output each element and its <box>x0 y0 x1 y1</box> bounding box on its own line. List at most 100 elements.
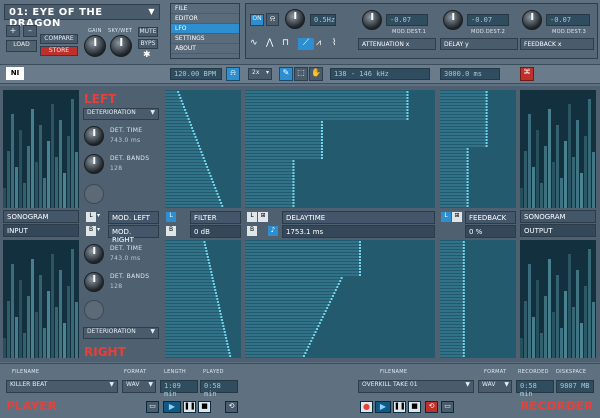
filter-graph-bottom[interactable] <box>165 240 241 358</box>
sonogram-streak <box>59 120 62 208</box>
select-tool-icon[interactable]: ⬚ <box>294 67 308 81</box>
player-folder-icon[interactable]: ▭ <box>146 401 159 413</box>
sine-wave-icon[interactable]: ∿ <box>250 38 258 48</box>
recorder-format-select[interactable]: WAV ▼ <box>478 380 512 393</box>
recorder-stop-button[interactable]: ■ <box>408 401 421 413</box>
store-button[interactable]: STORE <box>40 46 78 56</box>
recorder-loop-icon[interactable]: ⟲ <box>425 401 438 413</box>
custom-wave-icon[interactable]: ⌇ <box>332 38 336 48</box>
recorder-pause-button[interactable]: ❚❚ <box>393 401 406 413</box>
mix-knob[interactable] <box>110 35 132 57</box>
band-point <box>178 94 181 96</box>
band-point <box>202 157 205 159</box>
triangle-wave-icon[interactable]: ⋀ <box>266 38 273 48</box>
delay-graph-top[interactable] <box>245 90 435 208</box>
player-loop-icon[interactable]: ⟲ <box>225 401 238 413</box>
link-mode-right[interactable]: ▾ <box>97 226 105 236</box>
gain-knob[interactable] <box>84 35 106 57</box>
saw-wave-icon[interactable]: ⟋ <box>298 38 314 50</box>
attenuation-knob[interactable] <box>362 10 382 30</box>
lfo-rate-knob[interactable] <box>285 9 305 29</box>
output-label: OUTPUT <box>520 224 596 237</box>
bell-icon[interactable]: ⍾ <box>266 13 279 26</box>
filter-link-b[interactable]: B <box>166 226 176 236</box>
feedback-mod-knob[interactable] <box>522 10 542 30</box>
det-bands-knob-left[interactable] <box>84 154 104 174</box>
det-time-knob-left[interactable] <box>84 126 104 146</box>
feedback-graph-bottom[interactable] <box>440 240 516 358</box>
player-title: PLAYER <box>6 399 57 413</box>
det-time-knob-right[interactable] <box>84 244 104 264</box>
player-stop-button[interactable]: ■ <box>198 401 211 413</box>
mute-button[interactable]: MUTE <box>138 27 158 37</box>
random-wave-icon[interactable]: ⩘ <box>316 38 321 48</box>
record-settings-icon[interactable]: ⌘ <box>520 67 534 81</box>
recorder-folder-icon[interactable]: ▭ <box>441 401 454 413</box>
player-file-select[interactable]: KILLER BEAT ▼ <box>6 380 118 393</box>
link-toggle-left[interactable]: L <box>86 212 96 222</box>
link-mode-left[interactable]: ▾ <box>97 212 105 222</box>
square-wave-icon[interactable]: ⊓ <box>282 38 289 48</box>
snowflake-icon[interactable]: ✱ <box>143 50 151 60</box>
menu-item-about[interactable]: ABOUT <box>171 44 239 54</box>
player-pause-button[interactable]: ❚❚ <box>183 401 196 413</box>
band-point <box>226 343 229 345</box>
deterioration-select-left[interactable]: DETERIORATION ▼ <box>83 108 159 120</box>
delay-link-b[interactable]: B <box>247 226 257 236</box>
band-point <box>200 151 203 153</box>
delay-graph-bottom[interactable] <box>245 240 435 358</box>
feedback-axis: x <box>557 41 562 48</box>
preset-name-field[interactable]: 01: EYE OF THE DRAGON ▼ <box>4 4 160 29</box>
filter-link-l[interactable]: L <box>166 212 176 222</box>
feedback-grid-icon[interactable]: ⊞ <box>452 212 462 222</box>
zoom-select[interactable]: 2x ▾ <box>248 68 272 80</box>
sonogram-label-right: SONOGRAM <box>520 210 596 223</box>
bypass-button[interactable]: BYPS <box>138 39 158 49</box>
frequency-range-display: 138 - 146 kHz <box>330 68 430 80</box>
compare-button[interactable]: COMPARE <box>40 34 78 44</box>
menu-item-editor[interactable]: EDITOR <box>171 14 239 24</box>
sonogram-streak <box>572 307 575 358</box>
delay-note-icon[interactable]: ♪ <box>268 226 278 236</box>
delay-grid-icon[interactable]: ⊞ <box>258 212 268 222</box>
player-play-button[interactable]: ▶ <box>163 401 181 413</box>
lfo-on-button[interactable]: ON <box>250 14 264 26</box>
sync-icon[interactable]: ⍾ <box>226 67 240 81</box>
recorder-play-button[interactable]: ▶ <box>375 401 391 413</box>
attenuation-value[interactable]: -0.07 <box>386 14 428 26</box>
menu-item-lfo[interactable]: LFO <box>171 24 239 34</box>
lfo-rate-display[interactable]: 0.5Hz <box>310 14 336 26</box>
delay-mod-value[interactable]: -0.07 <box>467 14 509 26</box>
add-preset-button[interactable]: + <box>6 25 20 37</box>
band-point <box>485 118 488 120</box>
band-point <box>462 241 465 243</box>
delay-mod-knob[interactable] <box>443 10 463 30</box>
recorder-diskspace: 9807 MB <box>556 380 594 393</box>
band-point <box>466 202 469 204</box>
band-point <box>321 145 323 147</box>
menu-item-file[interactable]: FILE <box>171 4 239 14</box>
det-extra-knob-left[interactable] <box>84 184 104 204</box>
pencil-tool-icon[interactable]: ✎ <box>279 67 293 81</box>
link-toggle-right[interactable]: B <box>86 226 96 236</box>
det-bands-knob-right[interactable] <box>84 272 104 292</box>
feedback-link-l[interactable]: L <box>441 212 451 222</box>
deterioration-select-right[interactable]: DETERIORATION ▼ <box>83 327 159 339</box>
band-point <box>462 295 465 297</box>
player-format-select[interactable]: WAV ▼ <box>122 380 156 393</box>
bpm-display[interactable]: 120.00 BPM <box>170 68 222 80</box>
load-button[interactable]: LOAD <box>6 40 37 52</box>
mix-label: SKY/WET <box>108 28 133 34</box>
chevron-down-icon: ▼ <box>148 381 153 388</box>
filter-graph-top[interactable] <box>165 90 241 208</box>
recorder-file-select[interactable]: OVERKILL TAKE 01 ▼ <box>358 380 474 393</box>
feedback-graph-top[interactable] <box>440 90 516 208</box>
hand-tool-icon[interactable]: ✋ <box>309 67 323 81</box>
recorder-record-button[interactable]: ● <box>360 401 373 413</box>
remove-preset-button[interactable]: – <box>23 25 37 37</box>
feedback-mod-value[interactable]: -0.07 <box>546 14 590 26</box>
menu-item-settings[interactable]: SETTINGS <box>171 34 239 44</box>
band-point <box>219 313 222 315</box>
det-extra-knob-right[interactable] <box>84 300 104 320</box>
delay-link-l[interactable]: L <box>247 212 257 222</box>
